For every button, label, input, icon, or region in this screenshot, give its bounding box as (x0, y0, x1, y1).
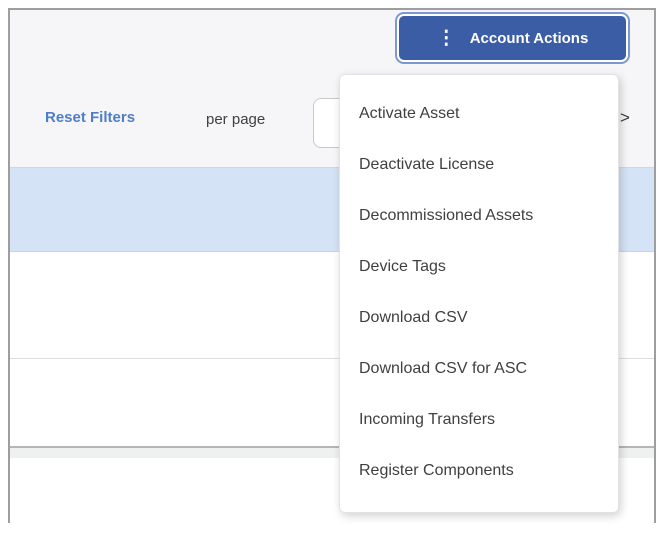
per-page-label: per page (206, 111, 265, 128)
menu-item-device-tags[interactable]: Device Tags (340, 241, 618, 292)
account-actions-menu: Activate Asset Deactivate License Decomm… (339, 74, 619, 513)
menu-item-decommissioned-assets[interactable]: Decommissioned Assets (340, 190, 618, 241)
menu-item-incoming-transfers[interactable]: Incoming Transfers (340, 394, 618, 445)
menu-item-activate-asset[interactable]: Activate Asset (340, 88, 618, 139)
menu-item-register-components[interactable]: Register Components (340, 445, 618, 496)
account-actions-focus-ring: ⋮ Account Actions (395, 12, 630, 64)
account-actions-button[interactable]: ⋮ Account Actions (399, 16, 626, 60)
chevron-right-icon[interactable]: > (620, 108, 630, 128)
menu-item-deactivate-license[interactable]: Deactivate License (340, 139, 618, 190)
kebab-icon: ⋮ (437, 29, 456, 48)
reset-filters-link[interactable]: Reset Filters (45, 109, 135, 126)
account-actions-label: Account Actions (470, 30, 589, 47)
menu-item-download-csv[interactable]: Download CSV (340, 292, 618, 343)
menu-item-download-csv-for-asc[interactable]: Download CSV for ASC (340, 343, 618, 394)
